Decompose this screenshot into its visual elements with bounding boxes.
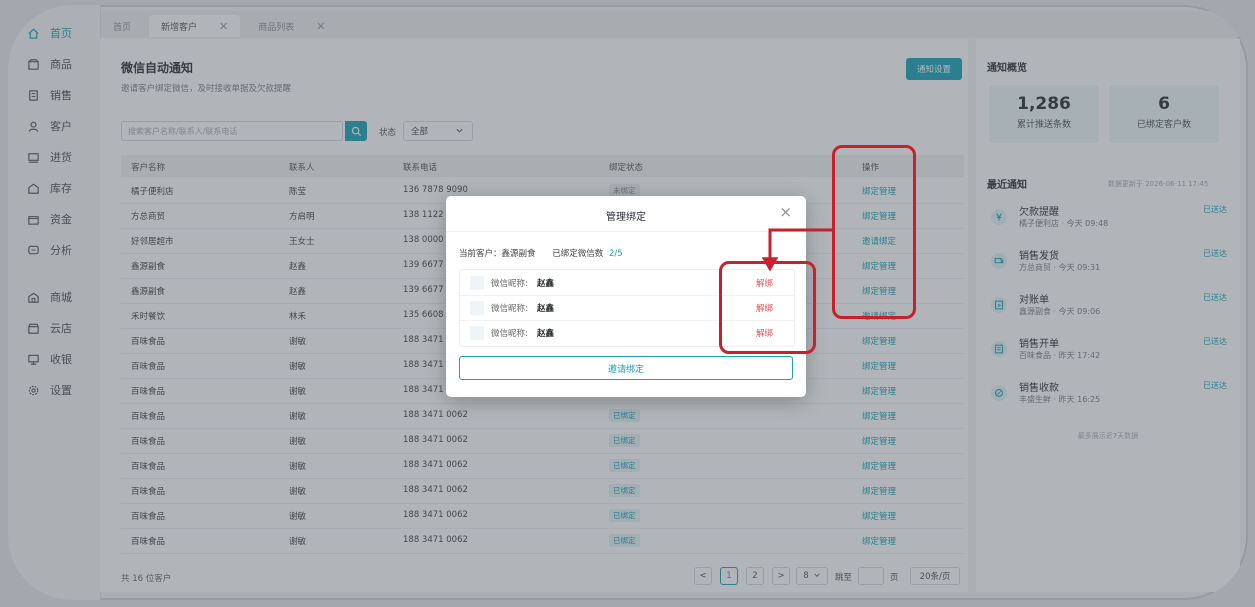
annotation-arrow (761, 228, 832, 272)
